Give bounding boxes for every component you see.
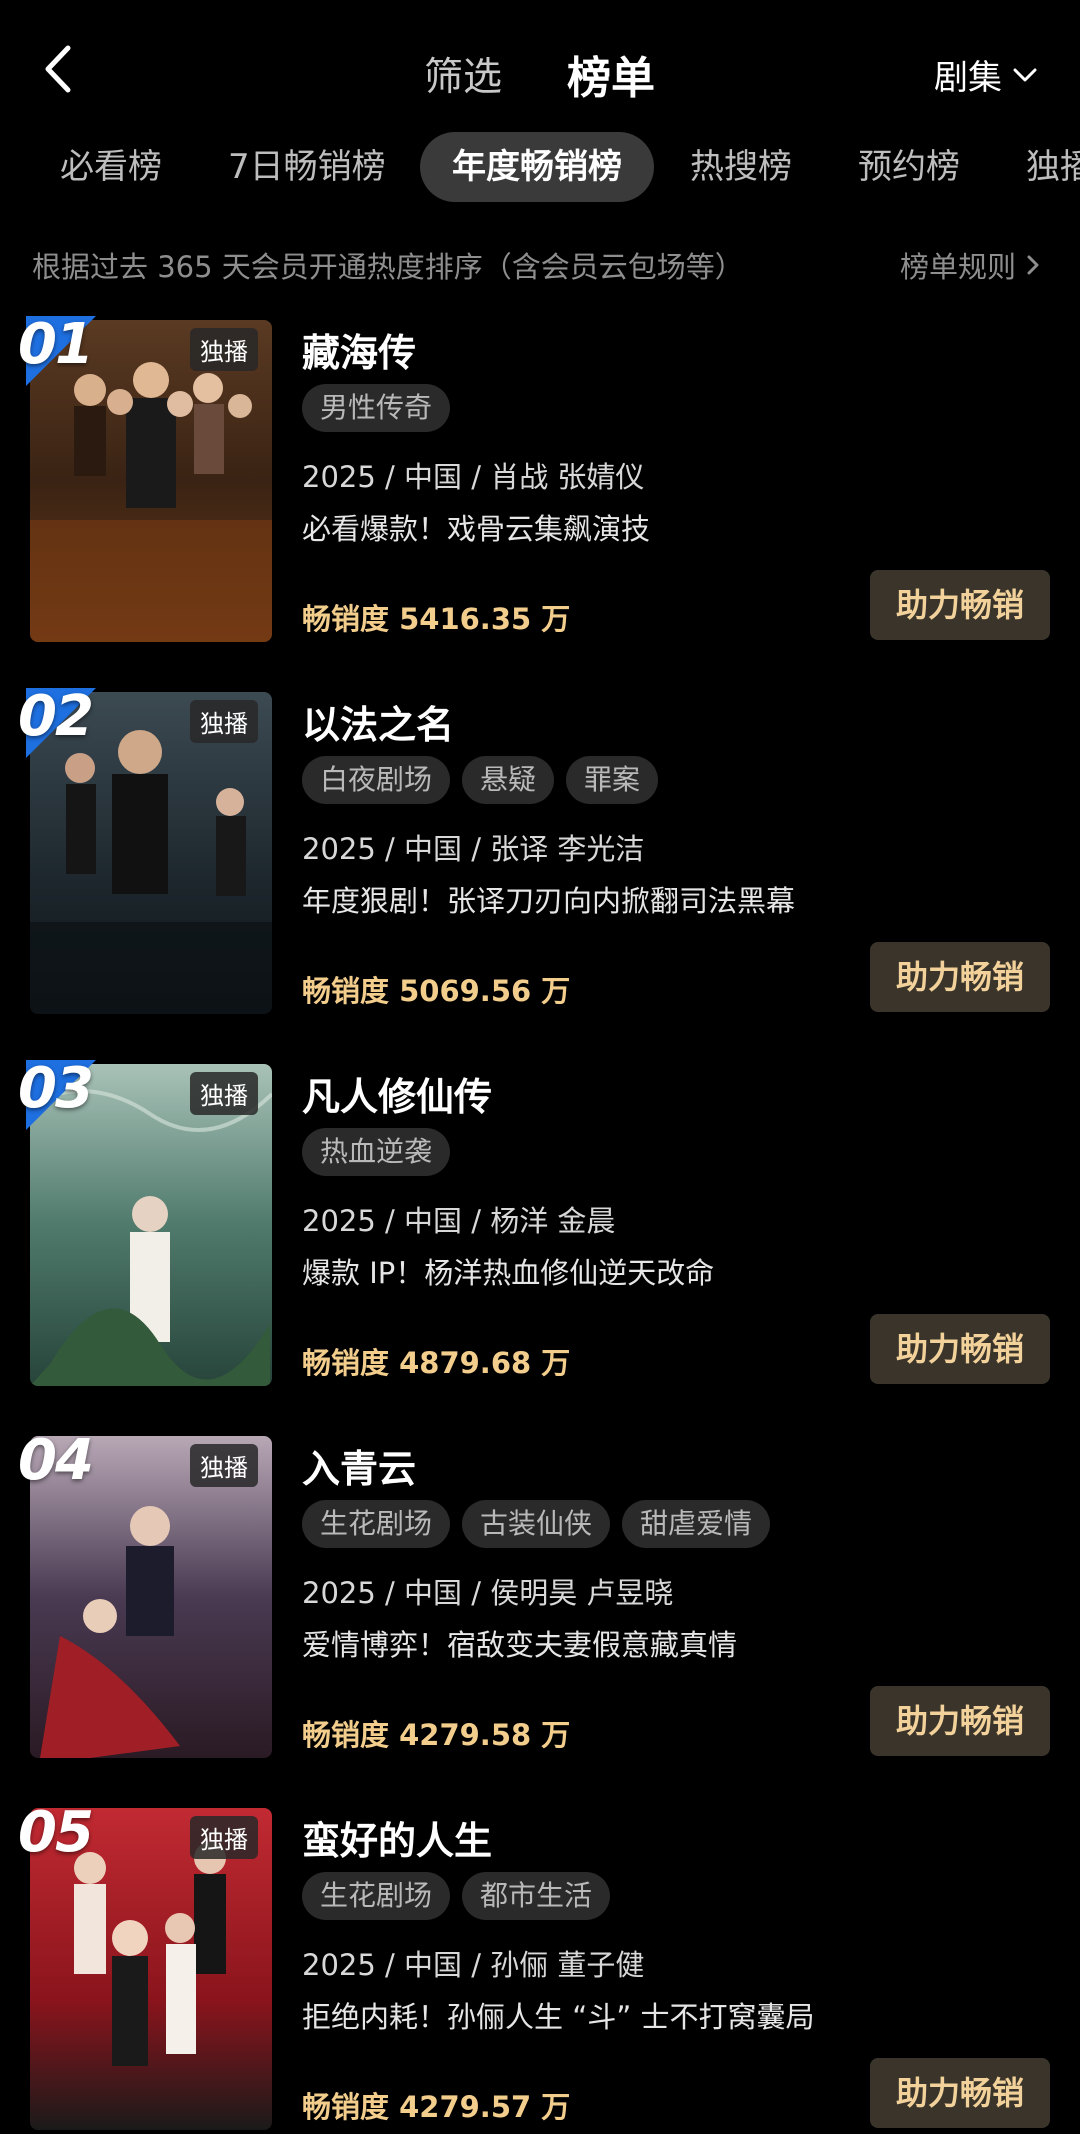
tab-filter[interactable]: 筛选	[424, 46, 502, 102]
ranking-tabs: 必看榜 7日畅销榜 年度畅销榜 热搜榜 预约榜 独播	[0, 132, 1080, 204]
genre-tag[interactable]: 都市生活	[462, 1872, 611, 1920]
rank-number: 01	[18, 312, 94, 377]
show-title[interactable]: 以法之名	[302, 694, 454, 749]
ranking-rules-link[interactable]: 榜单规则	[900, 244, 1040, 286]
list-item[interactable]: 04 独播 入青云 生花剧场 古装仙侠 甜虐爱情 2025 / 中国 / 侯明昊…	[0, 1428, 1080, 1766]
show-meta: 2025 / 中国 / 侯明昊 卢昱晓	[302, 1576, 674, 1610]
exclusive-badge: 独播	[190, 1444, 258, 1487]
show-meta: 2025 / 中国 / 肖战 张婧仪	[302, 460, 645, 494]
rank-number: 03	[18, 1056, 94, 1121]
tab-annual-bestseller[interactable]: 年度畅销榜	[420, 132, 654, 202]
list-item[interactable]: 01 独播 藏海传 男性传奇 2025 / 中国 / 肖战 张婧仪 必看爆款！戏…	[0, 312, 1080, 650]
rank-number: 04	[18, 1428, 94, 1493]
genre-tag[interactable]: 悬疑	[462, 756, 555, 804]
boost-sales-button[interactable]: 助力畅销	[870, 1686, 1050, 1756]
genre-tag[interactable]: 白夜剧场	[302, 756, 451, 804]
show-description: 必看爆款！戏骨云集飙演技	[302, 512, 651, 546]
tab-reservation[interactable]: 预约榜	[858, 132, 960, 202]
genre-tag[interactable]: 甜虐爱情	[622, 1500, 771, 1548]
list-item[interactable]: 05 独播 蛮好的人生 生花剧场 都市生活 2025 / 中国 / 孙俪 董子健…	[0, 1800, 1080, 2134]
chevron-right-icon	[1027, 255, 1039, 275]
sales-score: 畅销度 5069.56 万	[302, 974, 571, 1008]
show-title[interactable]: 藏海传	[302, 322, 416, 377]
show-title[interactable]: 入青云	[302, 1438, 416, 1493]
genre-tag[interactable]: 热血逆袭	[302, 1128, 451, 1176]
sales-score: 畅销度 4279.58 万	[302, 1718, 571, 1752]
show-meta: 2025 / 中国 / 张译 李光洁	[302, 832, 645, 866]
category-dropdown[interactable]: 剧集	[934, 50, 1038, 99]
show-title[interactable]: 蛮好的人生	[302, 1810, 492, 1865]
list-item[interactable]: 02 独播 以法之名 白夜剧场 悬疑 罪案 2025 / 中国 / 张译 李光洁…	[0, 684, 1080, 1022]
sales-score: 畅销度 5416.35 万	[302, 602, 571, 636]
tab-ranking[interactable]: 榜单	[567, 42, 655, 106]
genre-tag[interactable]: 生花剧场	[302, 1872, 451, 1920]
chevron-left-icon	[45, 45, 71, 93]
show-description: 年度狠剧！张译刀刃向内掀翻司法黑幕	[302, 884, 796, 918]
category-label: 剧集	[934, 58, 1002, 98]
list-item[interactable]: 03 独播 凡人修仙传 热血逆袭 2025 / 中国 / 杨洋 金晨 爆款 IP…	[0, 1056, 1080, 1394]
tab-hot-search[interactable]: 热搜榜	[690, 132, 792, 202]
genre-tag[interactable]: 生花剧场	[302, 1500, 451, 1548]
tab-7day-bestseller[interactable]: 7日畅销榜	[228, 132, 386, 202]
boost-sales-button[interactable]: 助力畅销	[870, 2058, 1050, 2128]
tab-exclusive[interactable]: 独播	[1026, 132, 1080, 202]
sales-score: 畅销度 4279.57 万	[302, 2090, 571, 2124]
tag-list: 生花剧场 都市生活	[302, 1872, 611, 1920]
exclusive-badge: 独播	[190, 1072, 258, 1115]
boost-sales-button[interactable]: 助力畅销	[870, 942, 1050, 1012]
sales-score: 畅销度 4879.68 万	[302, 1346, 571, 1380]
tag-list: 男性传奇	[302, 384, 451, 432]
show-description: 爆款 IP！杨洋热血修仙逆天改命	[302, 1256, 715, 1290]
rank-number: 02	[18, 684, 94, 749]
rules-label: 榜单规则	[900, 250, 1017, 284]
show-meta: 2025 / 中国 / 孙俪 董子健	[302, 1948, 645, 1982]
tag-list: 热血逆袭	[302, 1128, 451, 1176]
tab-must-watch[interactable]: 必看榜	[60, 132, 162, 202]
show-meta: 2025 / 中国 / 杨洋 金晨	[302, 1204, 616, 1238]
tag-list: 白夜剧场 悬疑 罪案	[302, 756, 659, 804]
chevron-down-icon	[1013, 68, 1037, 81]
exclusive-badge: 独播	[190, 1816, 258, 1859]
rank-number: 05	[18, 1800, 94, 1865]
boost-sales-button[interactable]: 助力畅销	[870, 1314, 1050, 1384]
exclusive-badge: 独播	[190, 700, 258, 743]
show-description: 拒绝内耗！孙俪人生 “斗” 士不打窝囊局	[302, 2000, 815, 2034]
show-description: 爱情博弈！宿敌变夫妻假意藏真情	[302, 1628, 738, 1662]
back-button[interactable]	[38, 42, 82, 96]
genre-tag[interactable]: 男性传奇	[302, 384, 451, 432]
ranking-description: 根据过去 365 天会员开通热度排序（含会员云包场等）	[32, 250, 744, 284]
show-title[interactable]: 凡人修仙传	[302, 1066, 492, 1121]
genre-tag[interactable]: 罪案	[566, 756, 659, 804]
top-nav-bar: 筛选 榜单 剧集	[0, 0, 1080, 140]
exclusive-badge: 独播	[190, 328, 258, 371]
tag-list: 生花剧场 古装仙侠 甜虐爱情	[302, 1500, 771, 1548]
genre-tag[interactable]: 古装仙侠	[462, 1500, 611, 1548]
boost-sales-button[interactable]: 助力畅销	[870, 570, 1050, 640]
